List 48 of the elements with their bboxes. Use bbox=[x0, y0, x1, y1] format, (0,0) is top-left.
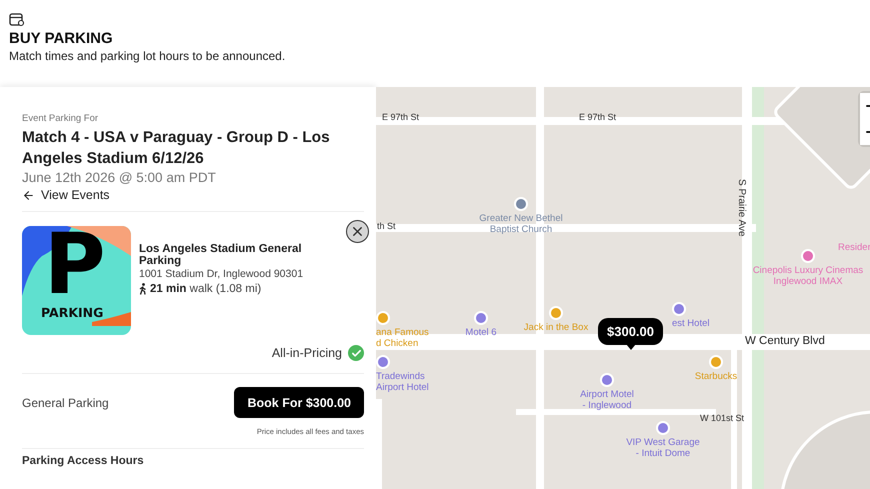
lot-address: 1001 Stadium Dr, Inglewood 90301 bbox=[139, 266, 304, 282]
map-place-label: Airport Motel - Inglewood bbox=[580, 389, 634, 411]
map-place-label: Motel 6 bbox=[465, 327, 497, 338]
street-label: W Century Blvd bbox=[745, 336, 825, 347]
map-place-label: VIP West Garage - Intuit Dome bbox=[626, 437, 700, 459]
street-label: W 101st St bbox=[700, 413, 744, 424]
map-pin-icon bbox=[600, 373, 614, 387]
map-pin-icon bbox=[376, 355, 390, 369]
street-label: E 97th St bbox=[579, 112, 616, 123]
map-pin-icon bbox=[672, 302, 686, 316]
calendar-icon bbox=[9, 12, 25, 27]
street-label: E 97th St bbox=[382, 112, 420, 123]
walk-info: 21 min walk (1.08 mi) bbox=[150, 282, 262, 296]
event-date: June 12th 2026 @ 5:00 am PDT bbox=[22, 169, 217, 187]
logo-wordmark: PARKING bbox=[41, 305, 104, 320]
close-icon bbox=[350, 224, 365, 239]
map-pin-icon bbox=[514, 197, 528, 211]
view-events-link[interactable]: View Events bbox=[22, 187, 110, 203]
offer-name: General Parking bbox=[22, 396, 109, 410]
map-pin-icon bbox=[656, 421, 670, 435]
close-button[interactable] bbox=[346, 220, 369, 243]
street-label: th St bbox=[377, 221, 396, 232]
book-button[interactable]: Book For $300.00 bbox=[234, 387, 364, 418]
lot-name: Los Angeles Stadium General Parking bbox=[139, 242, 303, 266]
event-title: Match 4 - USA v Paraguay - Group D - Los Angeles Stadium 6/12/26 bbox=[22, 128, 331, 169]
map-place-label: Starbucks bbox=[694, 371, 738, 382]
map-place-label: ana Famous d Chicken bbox=[376, 327, 429, 349]
map-pin-icon bbox=[376, 311, 390, 325]
map-pin-icon bbox=[709, 355, 723, 369]
event-eyebrow: Event Parking For bbox=[22, 113, 100, 125]
street-label: S Prairie Ave bbox=[736, 179, 747, 237]
map-place-label: Greater New Bethel Baptist Church bbox=[479, 213, 563, 235]
map-place-label: est Hotel bbox=[672, 318, 710, 329]
logo-letter: P bbox=[44, 226, 106, 306]
walking-person-icon bbox=[139, 283, 147, 295]
section-heading: Parking Access Hours bbox=[22, 455, 145, 467]
map-pin-icon bbox=[549, 306, 563, 320]
price-marker[interactable]: $300.00 bbox=[598, 318, 663, 345]
page-subtitle: Match times and parking lot hours to be announced. bbox=[9, 49, 286, 64]
map-pin-icon bbox=[801, 249, 815, 263]
marker-pointer-icon bbox=[626, 344, 636, 350]
page-title: BUY PARKING bbox=[9, 30, 113, 48]
map-place-label: Tradewinds Airport Hotel bbox=[376, 371, 429, 393]
map-place-label: Cinepolis Luxury Cinemas Inglewood IMAX bbox=[752, 265, 864, 287]
map-pin-icon bbox=[474, 311, 488, 325]
map-place-label: Jack in the Box bbox=[524, 322, 588, 333]
pricing-badge-label: All-in-Pricing bbox=[272, 346, 342, 360]
arrow-left-icon bbox=[22, 188, 35, 202]
